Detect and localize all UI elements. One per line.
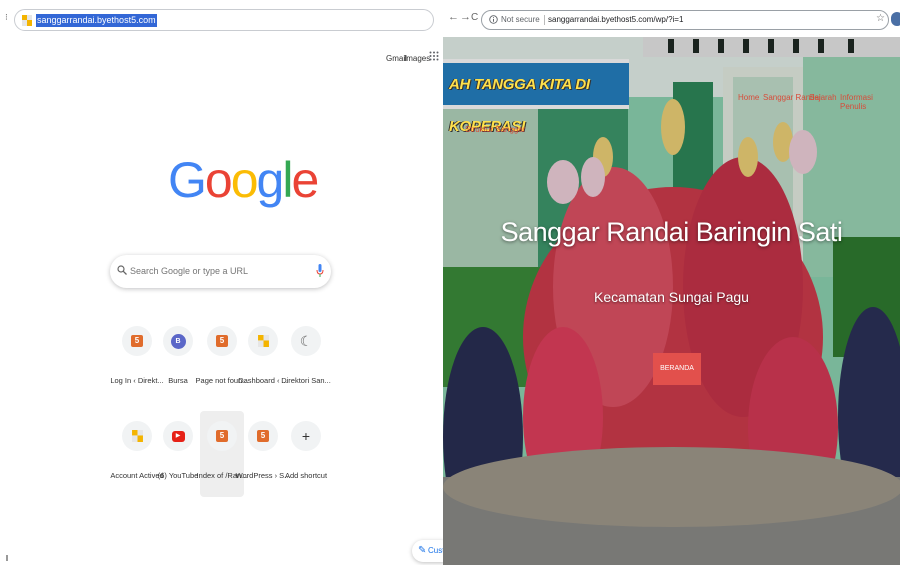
banner-text: AH TANGGA KITA DI KOPERASI	[449, 76, 590, 135]
shortcut-tile[interactable]: 5 Log In ‹ Direkt...	[110, 316, 164, 402]
microphone-icon[interactable]	[316, 264, 324, 278]
customize-label: Cust	[428, 546, 443, 555]
new-tab-pane: ⁝ sanggarrandai.byethost5.com Gmail Imag…	[0, 0, 443, 565]
moon-icon: ☾	[299, 333, 313, 349]
shortcut-tile[interactable]: ☾ Direktori San...	[281, 316, 331, 402]
shortcut-icon-wrap: ▶	[163, 421, 193, 451]
html-icon: 5	[131, 335, 143, 347]
shortcut-tile[interactable]: 5 WordPress › S...	[236, 411, 290, 497]
website-pane: ← → C Not secure sanggarrandai.byethost5…	[443, 0, 900, 565]
nav-informasi-penulis[interactable]: Informasi Penulis	[840, 93, 900, 111]
logo-letter: o	[204, 152, 233, 208]
search-input[interactable]: Search Google or type a URL	[130, 266, 248, 276]
hero-section: AH TANGGA KITA DI KOPERASI Home Sanggar …	[443, 37, 900, 565]
add-shortcut-tile[interactable]: + Add shortcut	[284, 411, 328, 497]
nav-home[interactable]: Home	[738, 93, 759, 102]
dashboard-icon	[131, 430, 143, 442]
logo-letter: g	[256, 152, 285, 208]
html-icon: 5	[257, 430, 269, 442]
favicon-icon	[22, 15, 32, 26]
address-bar[interactable]: sanggarrandai.byethost5.com	[14, 9, 434, 31]
shortcut-tile[interactable]: 5 Page not foun...	[196, 316, 248, 402]
address-bar[interactable]: Not secure sanggarrandai.byethost5.com/w…	[481, 10, 889, 30]
shortcut-tile[interactable]: B Bursa	[156, 316, 200, 402]
beranda-button[interactable]: BERANDA	[653, 353, 701, 385]
search-icon	[117, 265, 127, 275]
shortcut-icon-wrap: ☾	[291, 326, 321, 356]
shortcut-icon-wrap	[122, 421, 152, 451]
bookmark-star-icon[interactable]: ☆	[876, 13, 885, 24]
divider	[544, 15, 545, 25]
shortcut-label: Direktori San...	[281, 376, 331, 385]
images-link[interactable]: Images	[404, 54, 430, 63]
info-icon[interactable]	[489, 15, 498, 24]
html-icon: 5	[216, 335, 228, 347]
customize-button[interactable]: ✎ Cust	[412, 540, 443, 562]
not-secure-label: Not secure	[501, 15, 540, 24]
shortcut-icon-wrap: 5	[207, 326, 237, 356]
address-text[interactable]: sanggarrandai.byethost5.com/wp/?i=1	[548, 15, 683, 24]
reload-icon[interactable]: C	[471, 12, 478, 23]
back-icon[interactable]: ←	[448, 11, 459, 23]
browser-toolbar: ← → C Not secure sanggarrandai.byethost5…	[443, 0, 900, 37]
shortcut-label: Add shortcut	[284, 471, 328, 480]
shortcut-icon-wrap: B	[163, 326, 193, 356]
shortcut-icon-wrap: 5	[248, 421, 278, 451]
shortcut-tile[interactable]: 5 Index of /Ran...	[197, 411, 247, 497]
search-box[interactable]: Search Google or type a URL	[110, 255, 331, 288]
forward-icon[interactable]: →	[460, 11, 471, 23]
nav-sejarah[interactable]: Sejarah	[809, 93, 837, 102]
shortcut-tile[interactable]: ▶ (6) YouTube	[156, 411, 200, 497]
shortcut-tile[interactable]: Account Actived	[110, 411, 164, 497]
profile-avatar[interactable]	[891, 12, 900, 26]
shortcut-icon-wrap: +	[291, 421, 321, 451]
shortcut-tile[interactable]: Dashboard ‹ ...	[238, 316, 288, 402]
logo-letter: o	[230, 152, 259, 208]
scroll-indicator	[6, 555, 8, 561]
shortcut-icon-wrap	[248, 326, 278, 356]
logo-letter: G	[168, 152, 207, 208]
site-subtitle: Kecamatan Sungai Pagu	[594, 289, 749, 305]
dashboard-icon	[257, 335, 269, 347]
shortcut-icon-wrap: 5	[207, 421, 237, 451]
youtube-icon: ▶	[171, 430, 185, 442]
logo-letter: e	[291, 152, 319, 208]
google-logo: Google	[168, 150, 319, 210]
apps-grid-icon[interactable]	[429, 51, 439, 61]
site-title: Sanggar Randai Baringin Sati	[500, 217, 843, 247]
nav-struktur[interactable]: Struktur Sanggar	[465, 125, 525, 134]
plus-icon: +	[301, 428, 311, 444]
html-icon: 5	[216, 430, 228, 442]
pencil-icon: ✎	[418, 545, 427, 556]
menu-dot-icon[interactable]: ⁝	[5, 12, 8, 23]
address-text[interactable]: sanggarrandai.byethost5.com	[36, 14, 157, 27]
shortcut-icon-wrap: 5	[122, 326, 152, 356]
b-icon: B	[170, 333, 186, 349]
